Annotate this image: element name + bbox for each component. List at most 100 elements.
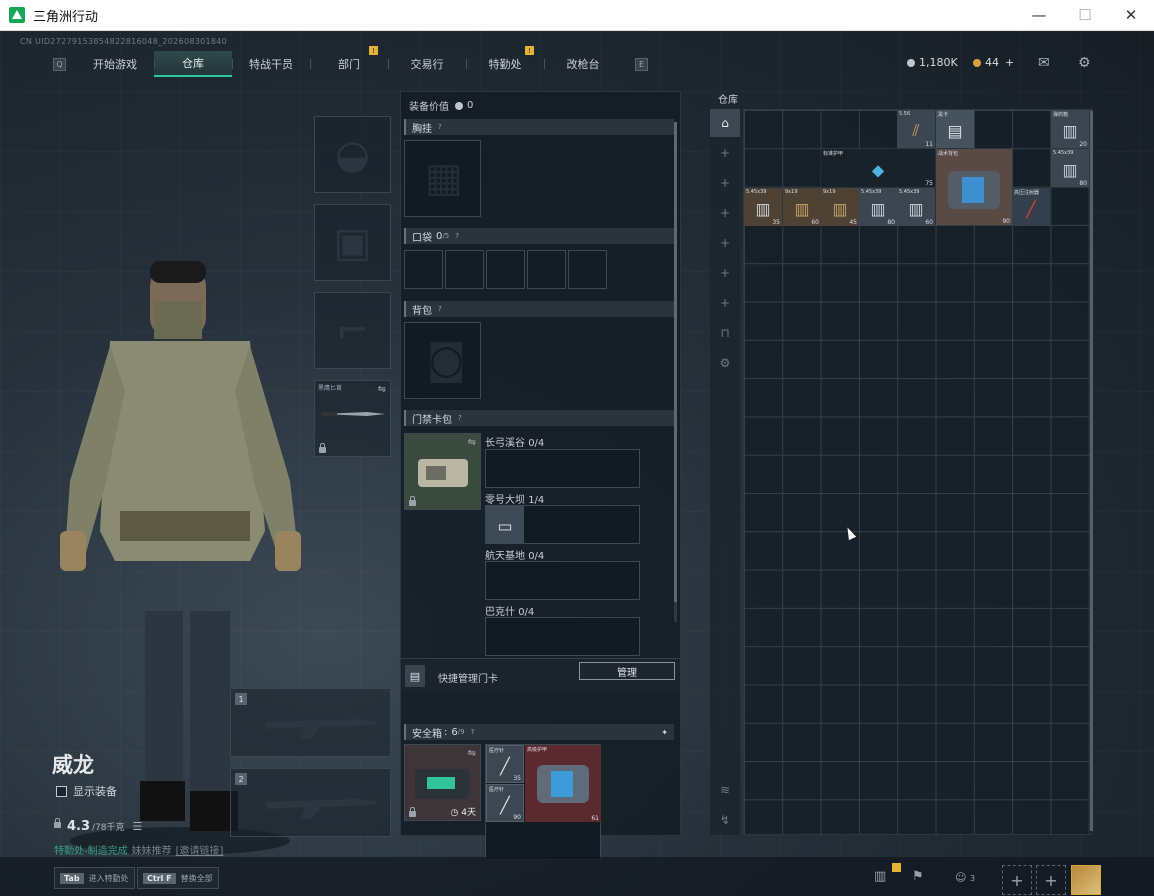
tab-settings-icon[interactable]: ⚙: [710, 349, 740, 377]
help-icon[interactable]: ?: [455, 232, 459, 240]
warehouse-item[interactable]: 高压注射器 ╱: [1012, 188, 1050, 226]
add-currency-button[interactable]: +: [1005, 56, 1014, 69]
add-tab-icon[interactable]: +: [710, 139, 740, 167]
keycard-pack-slot[interactable]: ⇋: [404, 433, 481, 510]
invite-slot-button[interactable]: +: [1036, 865, 1066, 895]
tab-gunsmith[interactable]: 改枪台: [544, 51, 622, 77]
tab-operators[interactable]: 特战干员: [232, 51, 310, 77]
tab-warehouse[interactable]: 仓库: [154, 51, 232, 77]
manage-button[interactable]: 管理: [579, 662, 675, 680]
invite-link[interactable]: [邀请链接]: [176, 846, 224, 857]
warehouse-item[interactable]: 黑卡 ▤: [936, 110, 974, 148]
ammo-box-icon: ▥: [794, 199, 810, 219]
safebox-item[interactable]: 医疗针 ╱ 35: [486, 745, 524, 783]
list-icon[interactable]: ☰: [133, 820, 143, 833]
player-avatar[interactable]: [1071, 865, 1101, 895]
shirt-icon: ▣: [333, 219, 372, 266]
pocket-slot[interactable]: [527, 250, 566, 289]
warehouse-item[interactable]: 5.45x39 ▥ 80: [1051, 149, 1089, 187]
swap-icon[interactable]: ⇋: [378, 384, 386, 395]
armor-vest-icon: [537, 765, 589, 803]
invite-slot-button[interactable]: +: [1002, 865, 1032, 895]
help-icon[interactable]: ?: [438, 305, 442, 313]
safebox-slot[interactable]: ⇋ ◷ 4天: [404, 744, 481, 821]
replace-all-shortcut[interactable]: Ctrl F 替换全部: [137, 867, 219, 889]
backpack-slot[interactable]: ◙: [404, 322, 481, 399]
add-tab-icon[interactable]: +: [710, 199, 740, 227]
swap-icon[interactable]: ⇋: [468, 437, 476, 448]
helmet-slot[interactable]: ◒: [314, 116, 391, 193]
help-icon[interactable]: ?: [458, 414, 462, 422]
lock-tab-icon[interactable]: ⊓: [710, 319, 740, 347]
close-button[interactable]: ✕: [1108, 0, 1154, 31]
tab-start-game[interactable]: 开始游戏: [76, 51, 154, 77]
chest-rig-slot[interactable]: ▦: [404, 140, 481, 217]
layers-icon[interactable]: ≋: [710, 776, 740, 804]
add-tab-icon[interactable]: +: [710, 289, 740, 317]
flag-icon[interactable]: ⚑: [912, 869, 924, 884]
swap-icon[interactable]: ⇋: [468, 748, 476, 759]
ammo-box-icon: ▥: [908, 199, 924, 219]
minimize-button[interactable]: —: [1016, 0, 1062, 31]
key-group-slots[interactable]: [485, 617, 640, 656]
warehouse-item[interactable]: 战术背包 90: [936, 149, 1012, 225]
pocket-slot[interactable]: [404, 250, 443, 289]
warehouse-item[interactable]: 弹药箱 ▥ 20: [1051, 110, 1089, 148]
maximize-button[interactable]: ☐: [1062, 0, 1108, 31]
warehouse-grid[interactable]: 5.56 ⫽ 11 黑卡 ▤ 弹药箱 ▥ 20 标准护甲 ◆ 75 战术背包 90 5.45x…: [743, 109, 1093, 835]
pocket-slot[interactable]: [486, 250, 525, 289]
warehouse-title: 仓库: [718, 95, 738, 106]
help-icon[interactable]: ?: [438, 123, 442, 131]
weight-lock-icon: [54, 818, 61, 828]
nav-next-key[interactable]: E: [635, 58, 648, 71]
help-icon[interactable]: ?: [471, 728, 475, 736]
mail-icon[interactable]: ✉: [1038, 55, 1050, 71]
gem-balance[interactable]: 44 +: [973, 56, 1014, 69]
melee-slot[interactable]: 黑鹰匕首 ⇋: [314, 380, 391, 457]
pocket-slot[interactable]: [568, 250, 607, 289]
warehouse-item[interactable]: 5.56 ⫽ 11: [897, 110, 935, 148]
warehouse-item[interactable]: 标准护甲 ◆ 75: [821, 149, 935, 187]
primary-weapon-slot[interactable]: 1: [230, 688, 391, 757]
add-tab-icon[interactable]: +: [710, 169, 740, 197]
settings-gear-icon[interactable]: ⚙: [1078, 55, 1091, 71]
ammo-box-icon: ▥: [1062, 160, 1078, 180]
safebox-grid[interactable]: 医疗针 ╱ 35 医疗针 ╱ 90 高级护甲 61: [485, 744, 601, 860]
stats-chart-icon[interactable]: ▥: [874, 863, 901, 884]
sort-icon[interactable]: ↯: [710, 806, 740, 834]
add-tab-icon[interactable]: +: [710, 229, 740, 257]
pistol-slot[interactable]: ⌐: [314, 292, 391, 369]
pin-icon[interactable]: ✦: [661, 728, 668, 737]
nav-prev-key[interactable]: Q: [53, 58, 66, 71]
coin-balance[interactable]: 1,180K: [907, 56, 958, 69]
tab-trading[interactable]: 交易行: [388, 51, 466, 77]
enter-special-ops-shortcut[interactable]: Tab 进入特勤处: [54, 867, 135, 889]
coin-icon: [455, 101, 463, 110]
warehouse-item[interactable]: 5.45x39 ▥ 60: [897, 188, 935, 226]
keycard-item[interactable]: ▭: [486, 506, 524, 543]
ammo-box-icon: ▥: [1062, 121, 1078, 141]
game-viewport: CN UID2727915385482281604​8_202608301840…: [0, 31, 1154, 896]
key-group-slots[interactable]: ▭: [485, 505, 640, 544]
add-tab-icon[interactable]: +: [710, 259, 740, 287]
warehouse-home-icon[interactable]: ⌂: [710, 109, 740, 137]
armor-slot[interactable]: ▣: [314, 204, 391, 281]
warehouse-item[interactable]: 5.45x39 ▥ 80: [859, 188, 897, 226]
safebox-item[interactable]: 医疗针 ╱ 90: [486, 784, 524, 822]
key-group-slots[interactable]: [485, 449, 640, 488]
show-gear-toggle[interactable]: 显示装备: [56, 783, 117, 799]
safebox-item[interactable]: 高级护甲 61: [525, 745, 601, 822]
warehouse-item[interactable]: 9x19 ▥ 60: [783, 188, 821, 226]
warehouse-scrollbar[interactable]: [1090, 111, 1093, 831]
equipment-scrollbar[interactable]: [674, 122, 677, 622]
show-gear-checkbox[interactable]: [56, 785, 67, 797]
tab-special-ops[interactable]: 特勤处!: [466, 46, 544, 77]
secondary-weapon-slot[interactable]: 2: [230, 768, 391, 837]
key-group-slots[interactable]: [485, 561, 640, 600]
tab-departments[interactable]: 部门!: [310, 46, 388, 77]
rifle-icon: [266, 799, 376, 819]
friends-button[interactable]: ☺ 3: [955, 871, 975, 884]
pocket-slot[interactable]: [445, 250, 484, 289]
warehouse-item[interactable]: 9x19 ▥ 45: [821, 188, 859, 226]
warehouse-item[interactable]: 5.45x39 ▥ 35: [744, 188, 782, 226]
